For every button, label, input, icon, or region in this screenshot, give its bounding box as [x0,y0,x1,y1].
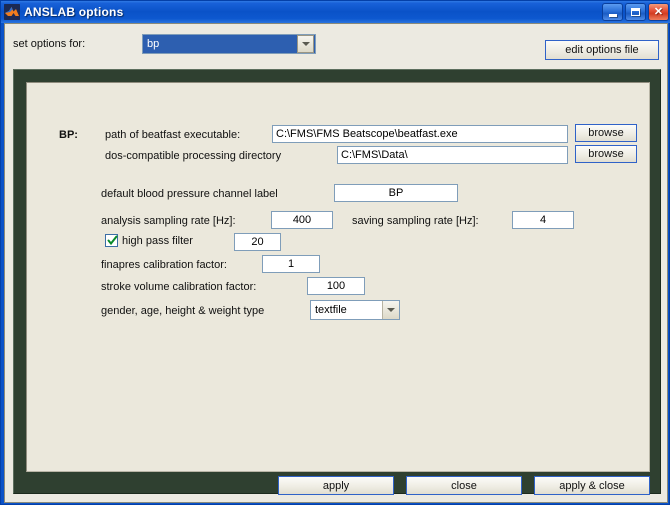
browse-dos-directory-label: browse [588,148,624,160]
apply-and-close-label: apply & close [559,479,625,492]
window-title: ANSLAB options [24,5,124,19]
saving-sampling-rate-value: 4 [539,214,547,226]
beatfast-path-input[interactable]: C:\FMS\FMS Beatscope\beatfast.exe [272,125,568,143]
finapres-calibration-input[interactable]: 1 [262,255,320,273]
maximize-icon [631,8,640,16]
beatfast-path-label: path of beatfast executable: [105,129,241,141]
close-button[interactable]: ✕ [648,3,669,21]
module-select-value: bp [147,38,160,50]
options-dialog-window: ANSLAB options ✕ set options for: bp edi… [0,0,670,505]
minimize-icon [608,13,617,17]
beatfast-path-value: C:\FMS\FMS Beatscope\beatfast.exe [276,128,458,140]
minimize-button[interactable] [602,3,623,21]
dos-directory-value: C:\FMS\Data\ [341,149,408,161]
analysis-sampling-rate-input[interactable]: 400 [271,211,333,229]
stroke-volume-calibration-value: 100 [326,280,346,292]
close-dialog-label: close [451,479,477,492]
saving-sampling-rate-label: saving sampling rate [Hz]: [352,215,479,227]
chevron-down-icon[interactable] [382,301,399,319]
demographics-type-value: textfile [315,304,347,316]
close-icon: ✕ [653,5,664,18]
demographics-type-dropdown[interactable]: textfile [310,300,400,320]
dos-directory-input[interactable]: C:\FMS\Data\ [337,146,568,164]
edit-options-file-button[interactable]: edit options file [545,40,659,60]
channel-label-value: BP [388,187,404,199]
titlebar-button-group: ✕ [602,3,669,21]
window-titlebar: ANSLAB options ✕ [1,1,670,23]
set-options-for-label: set options for: [13,38,86,50]
saving-sampling-rate-input[interactable]: 4 [512,211,574,229]
bp-options-panel: BP: path of beatfast executable: C:\FMS\… [26,82,650,472]
matlab-logo-icon [4,4,20,20]
apply-and-close-button[interactable]: apply & close [534,476,650,495]
top-toolbar: set options for: bp edit options file [5,24,669,68]
analysis-sampling-rate-value: 400 [292,214,312,226]
dos-directory-label: dos-compatible processing directory [105,150,282,162]
high-pass-filter-checkbox[interactable]: high pass filter [105,234,193,247]
demographics-type-label: gender, age, height & weight type [101,305,265,317]
browse-beatfast-button[interactable]: browse [575,124,637,142]
stroke-volume-calibration-input[interactable]: 100 [307,277,365,295]
channel-label-label: default blood pressure channel label [101,188,278,200]
browse-beatfast-label: browse [588,127,624,139]
channel-label-input[interactable]: BP [334,184,458,202]
browse-dos-directory-button[interactable]: browse [575,145,637,163]
checkmark-icon[interactable] [105,234,118,247]
apply-label: apply [322,479,350,492]
stroke-volume-calibration-label: stroke volume calibration factor: [101,281,257,293]
dialog-action-row: apply close apply & close [14,476,662,495]
high-pass-filter-value: 20 [251,236,264,248]
section-label-bp: BP: [59,129,78,141]
high-pass-filter-label: high pass filter [122,234,193,247]
close-dialog-button[interactable]: close [406,476,522,495]
finapres-calibration-label: finapres calibration factor: [101,259,227,271]
options-group-frame: BP: path of beatfast executable: C:\FMS\… [13,69,662,495]
edit-options-file-label: edit options file [565,44,639,56]
chevron-down-icon[interactable] [297,35,314,53]
module-select-dropdown[interactable]: bp [142,34,316,54]
dialog-body: set options for: bp edit options file BP… [4,23,668,503]
analysis-sampling-rate-label: analysis sampling rate [Hz]: [101,215,236,227]
maximize-button[interactable] [625,3,646,21]
apply-button[interactable]: apply [278,476,394,495]
high-pass-filter-input[interactable]: 20 [234,233,281,251]
finapres-calibration-value: 1 [287,258,295,270]
